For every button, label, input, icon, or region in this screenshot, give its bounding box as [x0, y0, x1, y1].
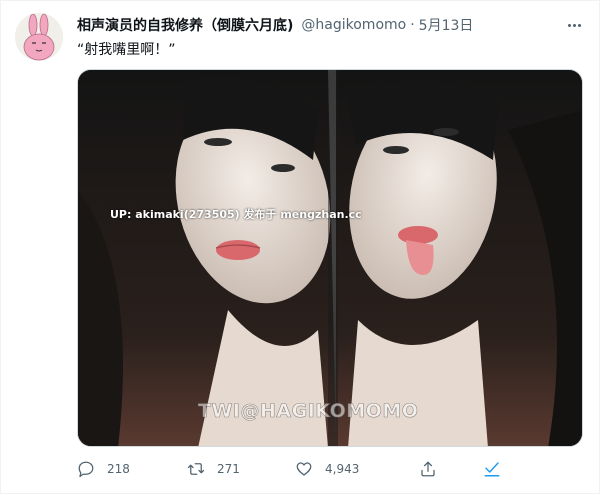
reply-button[interactable]: 218: [77, 457, 130, 481]
user-handle[interactable]: @hagikomomo: [301, 17, 406, 33]
tweet-media-photo[interactable]: UP: akimaki(273505) 发布于 mengzhan.cc TWI@…: [77, 69, 583, 447]
tweet-card[interactable]: 相声演员的自我修养（倒膜六月底) @hagikomomo · 5月13日 “射我…: [0, 0, 600, 494]
separator-dot: ·: [410, 17, 415, 33]
retweet-count: 271: [217, 462, 240, 476]
tweet-date[interactable]: 5月13日: [419, 15, 474, 35]
watermark-handle: TWI@HAGIKOMOMO: [198, 400, 419, 423]
share-button[interactable]: [419, 457, 437, 481]
retweet-icon: [187, 463, 205, 475]
more-horizontal-icon[interactable]: [563, 15, 585, 35]
retweet-button[interactable]: 271: [187, 457, 240, 481]
checkmark-icon: [484, 462, 500, 477]
tweet-header: 相声演员的自我修养（倒膜六月底) @hagikomomo · 5月13日: [77, 15, 473, 35]
tweet-actions: 218 271 4,943: [77, 457, 517, 481]
tweet-text: “射我嘴里啊！”: [77, 42, 176, 58]
photo-image: [78, 70, 582, 446]
watermark-text: UP: akimaki(273505) 发布于 mengzhan.cc: [110, 208, 362, 221]
like-count: 4,943: [325, 462, 360, 476]
bunny-avatar-icon: [15, 13, 63, 61]
heart-icon: [296, 462, 312, 476]
reply-count: 218: [107, 462, 130, 476]
reply-icon: [78, 461, 94, 478]
like-button[interactable]: 4,943: [295, 457, 359, 481]
avatar[interactable]: [15, 13, 63, 61]
checkmark-button[interactable]: [483, 457, 501, 481]
display-name[interactable]: 相声演员的自我修养（倒膜六月底): [77, 15, 293, 35]
share-icon: [421, 461, 435, 477]
